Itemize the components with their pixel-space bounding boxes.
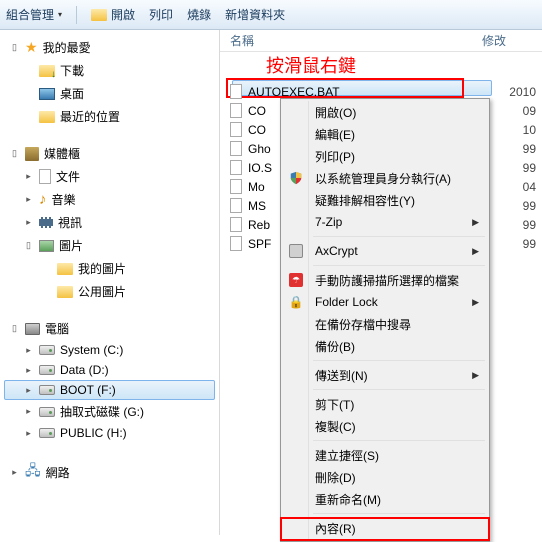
sidebar-item-drive-c[interactable]: ▸System (C:) <box>4 340 215 360</box>
file-date: 99 <box>523 218 536 232</box>
new-folder-button[interactable]: 新增資料夾 <box>225 6 285 23</box>
file-name: MS <box>248 199 266 213</box>
menu-7zip[interactable]: 7-Zip▶ <box>283 211 487 233</box>
menu-open[interactable]: 開啟(O) <box>283 101 487 123</box>
menu-axcrypt[interactable]: AxCrypt▶ <box>283 240 487 262</box>
menu-print[interactable]: 列印(P) <box>283 145 487 167</box>
organize-menu[interactable]: 組合管理 ▾ <box>6 6 62 23</box>
sidebar-item-publicpics[interactable]: 公用圖片 <box>4 280 215 303</box>
burn-button[interactable]: 燒錄 <box>187 6 211 23</box>
file-icon <box>230 103 242 118</box>
menu-backup-search[interactable]: 在備份存檔中搜尋 <box>283 313 487 335</box>
drive-icon <box>39 428 55 438</box>
file-icon <box>230 122 242 137</box>
file-name: AUTOEXEC.BAT <box>248 85 340 99</box>
sidebar-item-drive-h[interactable]: ▸PUBLIC (H:) <box>4 423 215 443</box>
computer-icon <box>25 323 40 335</box>
document-icon <box>39 169 51 184</box>
favorites-node[interactable]: ▯★我的最愛 <box>4 36 215 59</box>
file-icon <box>230 198 242 213</box>
folder-icon <box>57 263 73 275</box>
computer-node[interactable]: ▯電腦 <box>4 317 215 340</box>
file-icon <box>230 84 242 99</box>
submenu-arrow-icon: ▶ <box>472 246 479 257</box>
drive-icon <box>39 365 55 375</box>
menu-avira-scan[interactable]: ☂手動防護掃描所選擇的檔案 <box>283 269 487 291</box>
context-menu: 開啟(O) 編輯(E) 列印(P) 以系統管理員身分執行(A) 疑難排解相容性(… <box>280 98 490 542</box>
file-date: 99 <box>523 161 536 175</box>
libraries-node[interactable]: ▯媒體櫃 <box>4 142 215 165</box>
menu-backup[interactable]: 備份(B) <box>283 335 487 357</box>
print-button[interactable]: 列印 <box>149 6 173 23</box>
picture-icon <box>39 240 54 252</box>
drive-icon <box>39 345 55 355</box>
sidebar-item-desktop[interactable]: 桌面 <box>4 82 215 105</box>
folder-icon <box>39 111 55 123</box>
sidebar-item-downloads[interactable]: 下載 <box>4 59 215 82</box>
menu-delete[interactable]: 刪除(D) <box>283 466 487 488</box>
file-icon <box>230 217 242 232</box>
file-name: CO <box>248 123 266 137</box>
shield-icon <box>287 171 305 185</box>
sidebar-item-drive-f[interactable]: ▸BOOT (F:) <box>4 380 215 400</box>
sidebar-item-documents[interactable]: ▸文件 <box>4 165 215 188</box>
sidebar-item-drive-d[interactable]: ▸Data (D:) <box>4 360 215 380</box>
axcrypt-icon <box>287 244 305 258</box>
menu-run-as-admin[interactable]: 以系統管理員身分執行(A) <box>283 167 487 189</box>
library-icon <box>25 147 39 161</box>
menu-send-to[interactable]: 傳送到(N)▶ <box>283 364 487 386</box>
file-name: SPF <box>248 237 271 251</box>
submenu-arrow-icon: ▶ <box>472 217 479 228</box>
menu-properties[interactable]: 內容(R) <box>283 517 487 539</box>
sidebar-item-music[interactable]: ▸♪音樂 <box>4 188 215 211</box>
menu-cut[interactable]: 剪下(T) <box>283 393 487 415</box>
open-button[interactable]: 開啟 <box>91 6 135 23</box>
file-name: Reb <box>248 218 270 232</box>
network-node[interactable]: ▸🖧網路 <box>4 457 215 487</box>
file-name: Mo <box>248 180 265 194</box>
file-date: 99 <box>523 142 536 156</box>
drive-icon <box>39 385 55 395</box>
file-date: 99 <box>523 237 536 251</box>
menu-create-shortcut[interactable]: 建立捷徑(S) <box>283 444 487 466</box>
folder-icon <box>57 286 73 298</box>
drive-icon <box>39 407 55 417</box>
file-icon <box>230 236 242 251</box>
avira-icon: ☂ <box>287 273 305 287</box>
file-date: 2010 <box>509 85 536 99</box>
sidebar-item-pictures[interactable]: ▯圖片 <box>4 234 215 257</box>
navigation-pane: ▯★我的最愛 下載 桌面 最近的位置 ▯媒體櫃 ▸文件 ▸♪音樂 ▸視訊 ▯圖片… <box>0 30 220 535</box>
file-name: IO.S <box>248 161 272 175</box>
column-header-name[interactable]: 名稱 <box>220 32 482 49</box>
file-icon <box>230 160 242 175</box>
sidebar-item-recent[interactable]: 最近的位置 <box>4 105 215 128</box>
music-icon: ♪ <box>39 191 47 208</box>
submenu-arrow-icon: ▶ <box>472 370 479 381</box>
sidebar-item-mypics[interactable]: 我的圖片 <box>4 257 215 280</box>
file-name: Gho <box>248 142 271 156</box>
lock-icon: 🔒 <box>287 295 305 309</box>
menu-troubleshoot[interactable]: 疑難排解相容性(Y) <box>283 189 487 211</box>
sidebar-item-videos[interactable]: ▸視訊 <box>4 211 215 234</box>
file-name: CO <box>248 104 266 118</box>
file-icon <box>230 141 242 156</box>
file-date: 09 <box>523 104 536 118</box>
annotation-right-click: 按滑鼠右鍵 <box>266 52 356 78</box>
file-date: 04 <box>523 180 536 194</box>
file-icon <box>230 179 242 194</box>
sidebar-item-drive-g[interactable]: ▸抽取式磁碟 (G:) <box>4 400 215 423</box>
menu-copy[interactable]: 複製(C) <box>283 415 487 437</box>
menu-rename[interactable]: 重新命名(M) <box>283 488 487 510</box>
menu-folder-lock[interactable]: 🔒Folder Lock▶ <box>283 291 487 313</box>
menu-edit[interactable]: 編輯(E) <box>283 123 487 145</box>
download-icon <box>39 65 55 77</box>
file-date: 99 <box>523 199 536 213</box>
star-icon: ★ <box>25 39 38 56</box>
submenu-arrow-icon: ▶ <box>472 297 479 308</box>
column-header-modified[interactable]: 修改 <box>482 32 542 49</box>
desktop-icon <box>39 88 55 100</box>
file-date: 10 <box>523 123 536 137</box>
video-icon <box>39 217 53 228</box>
network-icon: 🖧 <box>25 460 41 484</box>
